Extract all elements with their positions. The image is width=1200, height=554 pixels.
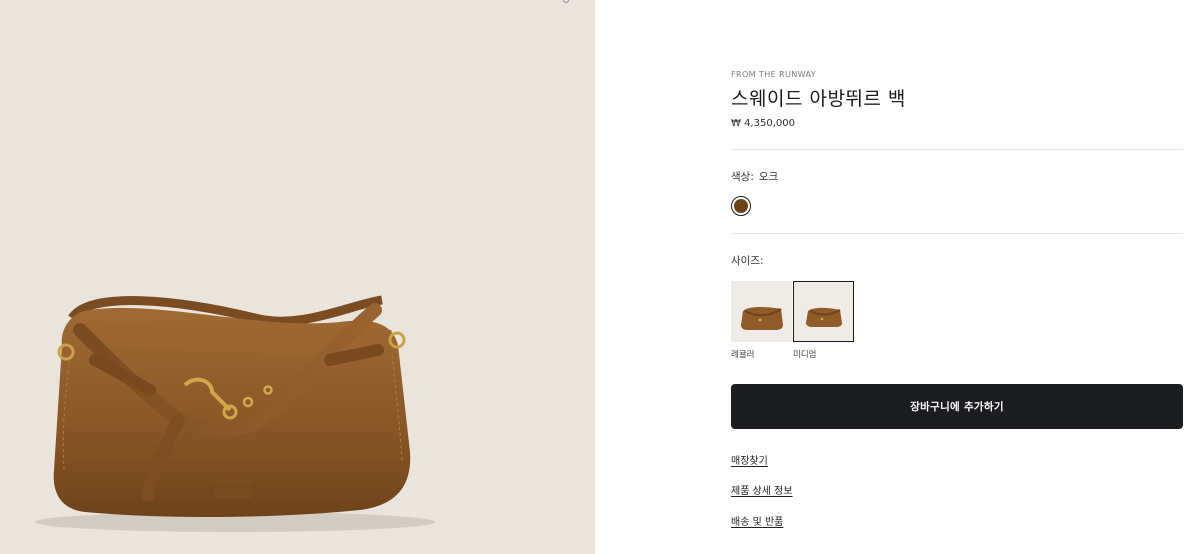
color-swatch-fill	[734, 199, 748, 213]
product-price: ₩ 4,350,000	[731, 118, 795, 129]
product-details-link[interactable]: 제품 상세 정보	[731, 482, 793, 497]
size-option-medium[interactable]	[793, 281, 854, 342]
size-label: 사이즈:	[731, 255, 764, 267]
divider	[731, 233, 1183, 234]
suede-bag-image	[35, 295, 435, 532]
color-value: 오크	[758, 171, 779, 183]
size-option-medium-label: 미디엄	[793, 350, 817, 360]
find-store-link[interactable]: 매장찾기	[731, 452, 768, 467]
collection-label: FROM THE RUNWAY	[731, 70, 817, 79]
color-label-title: 색상:	[731, 171, 754, 183]
product-image[interactable]	[0, 0, 595, 554]
divider	[731, 149, 1183, 150]
shipping-returns-link[interactable]: 배송 및 반품	[731, 513, 783, 528]
add-to-cart-button[interactable]: 장바구니에 추가하기	[731, 384, 1183, 429]
size-option-regular-label: 레귤러	[731, 350, 755, 360]
product-title: 스웨이드 아방뛰르 백	[731, 88, 906, 110]
size-option-regular[interactable]	[731, 281, 792, 342]
medium-bag-thumbnail	[806, 307, 842, 327]
color-swatch-oak[interactable]	[731, 196, 751, 216]
regular-bag-thumbnail	[741, 307, 783, 330]
color-label: 색상: 오크	[731, 169, 778, 184]
